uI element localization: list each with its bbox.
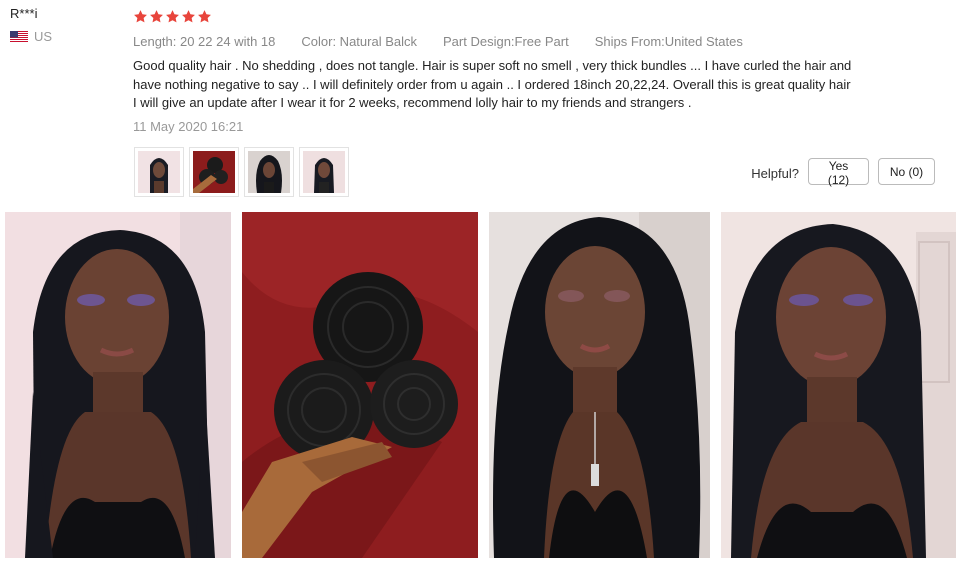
star-icon — [166, 9, 179, 22]
attribute-ships-from: Ships From:United States — [594, 34, 743, 49]
attribute-length: Length: 20 22 24 with 18 — [133, 34, 276, 49]
reviewer-country-code: US — [34, 29, 53, 44]
thumbnail-2[interactable] — [189, 147, 239, 197]
review-text-line: have nothing negative to say .. I will d… — [133, 76, 851, 92]
reviewer-info: R***i US — [10, 6, 52, 44]
review-text: Good quality hair . No shedding , does n… — [133, 57, 863, 113]
attribute-color: Color: Natural Balck — [301, 34, 417, 49]
review-photo-3[interactable] — [489, 212, 710, 558]
star-icon — [150, 9, 163, 22]
reviewer-country: US — [10, 29, 52, 44]
star-rating — [133, 6, 933, 26]
helpful-yes-button[interactable]: Yes (12) — [808, 158, 869, 187]
purchase-attributes: Length: 20 22 24 with 18 Color: Natural … — [133, 34, 933, 49]
helpful-no-button[interactable]: No (0) — [878, 158, 935, 185]
review-date: 11 May 2020 16:21 — [133, 118, 244, 134]
review-photo-1[interactable] — [5, 212, 231, 558]
photo-thumbnails — [134, 147, 349, 197]
review-photos — [5, 212, 956, 558]
star-icon — [182, 9, 195, 22]
review-text-line: Good quality hair . No shedding , does n… — [133, 58, 852, 73]
star-icon — [134, 9, 147, 22]
thumbnail-4[interactable] — [299, 147, 349, 197]
review-content: Length: 20 22 24 with 18 Color: Natural … — [133, 6, 933, 134]
thumbnail-1[interactable] — [134, 147, 184, 197]
review-text-line: I will give an update after I wear it fo… — [133, 95, 692, 110]
review-photo-4[interactable] — [721, 212, 956, 558]
star-icon — [198, 9, 211, 22]
helpful-label: Helpful? — [751, 166, 799, 181]
reviewer-name: R***i — [10, 6, 38, 21]
helpful-section: Helpful? Yes (12) No (0) — [751, 158, 935, 187]
thumbnail-3[interactable] — [244, 147, 294, 197]
review-photo-2[interactable] — [242, 212, 478, 558]
attribute-part-design: Part Design:Free Part — [443, 34, 569, 49]
us-flag-icon — [10, 30, 28, 43]
